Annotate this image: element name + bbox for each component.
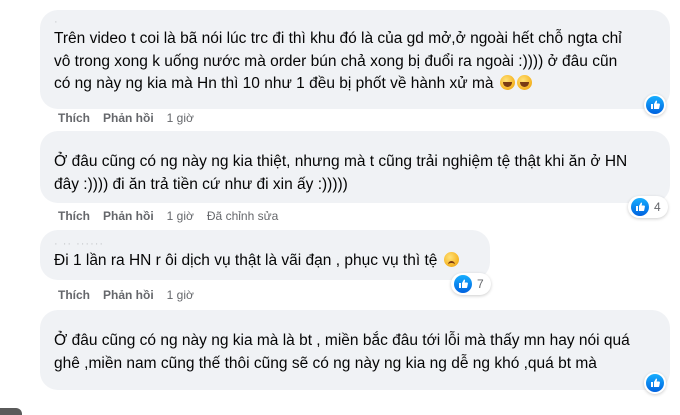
comment-bubble: · ·· ······ Đi 1 lần ra HN r ôi dịch vụ … xyxy=(40,230,490,280)
comment-text: Đi 1 lần ra HN r ôi dịch vụ thật là vãi … xyxy=(54,252,438,269)
reaction-badge[interactable]: 7 xyxy=(451,273,491,295)
reaction-badge[interactable] xyxy=(644,94,666,116)
reaction-badge[interactable] xyxy=(644,372,666,394)
reaction-count: 7 xyxy=(477,277,484,291)
comment-text-line: ghê ,miền nam cũng thế thôi cũng sẽ có n… xyxy=(54,354,597,372)
like-icon xyxy=(646,96,664,114)
comment-text-line: có ng này ng kia mà Hn thì 10 như 1 đều … xyxy=(54,73,656,96)
reply-button[interactable]: Phản hồi xyxy=(103,288,154,302)
like-icon xyxy=(646,374,664,392)
like-icon xyxy=(454,275,472,293)
comment-text-line: đây :)))) đi ăn trả tiền cứ như đi xin ấ… xyxy=(54,175,348,193)
laughing-face-icon xyxy=(499,75,515,90)
comment-time[interactable]: 1 giờ xyxy=(167,111,194,125)
reply-button[interactable]: Phản hồi xyxy=(103,209,154,223)
comment-text-line: Đi 1 lần ra HN r ôi dịch vụ thật là vãi … xyxy=(54,250,476,273)
like-icon xyxy=(631,198,649,216)
comment-actions: Thích Phản hồi 1 giờ xyxy=(58,111,207,125)
reply-button[interactable]: Phản hồi xyxy=(103,111,154,125)
comment-author[interactable]: · ·· ······ xyxy=(54,238,476,250)
comment-time[interactable]: 1 giờ xyxy=(167,288,194,302)
comment-text-line: Ở đâu cũng có ng này ng kia mà là bt , m… xyxy=(54,332,630,349)
like-button[interactable]: Thích xyxy=(58,288,90,302)
comment-time[interactable]: 1 giờ xyxy=(167,209,194,223)
like-button[interactable]: Thích xyxy=(58,111,90,125)
comment-actions: Thích Phản hồi 1 giờ xyxy=(58,288,207,302)
comment-text-line: Ở đâu cũng có ng này ng kia thiệt, nhưng… xyxy=(54,153,628,170)
comment-text: có ng này ng kia mà Hn thì 10 như 1 đều … xyxy=(54,75,494,92)
sad-face-icon xyxy=(443,252,459,267)
comment-text-line: Trên video t coi là bã nói lúc trc đi th… xyxy=(54,30,622,47)
laughing-face-icon xyxy=(516,75,532,90)
comment-text-line: vô trong xong k uống nước mà order bún c… xyxy=(54,52,618,70)
reaction-badge[interactable]: 4 xyxy=(628,196,668,218)
comment-actions: Thích Phản hồi 1 giờ Đã chỉnh sửa xyxy=(58,209,291,223)
edited-label[interactable]: Đã chỉnh sửa xyxy=(207,209,278,223)
comment-bubble: Ở đâu cũng có ng này ng kia thiệt, nhưng… xyxy=(40,131,670,203)
cropped-avatar xyxy=(0,408,22,415)
like-button[interactable]: Thích xyxy=(58,209,90,223)
comment-author[interactable]: · xyxy=(54,16,656,28)
comment-bubble: Ở đâu cũng có ng này ng kia mà là bt , m… xyxy=(40,310,670,390)
comment-bubble: · Trên video t coi là bã nói lúc trc đi … xyxy=(40,10,670,109)
reaction-count: 4 xyxy=(654,200,661,214)
